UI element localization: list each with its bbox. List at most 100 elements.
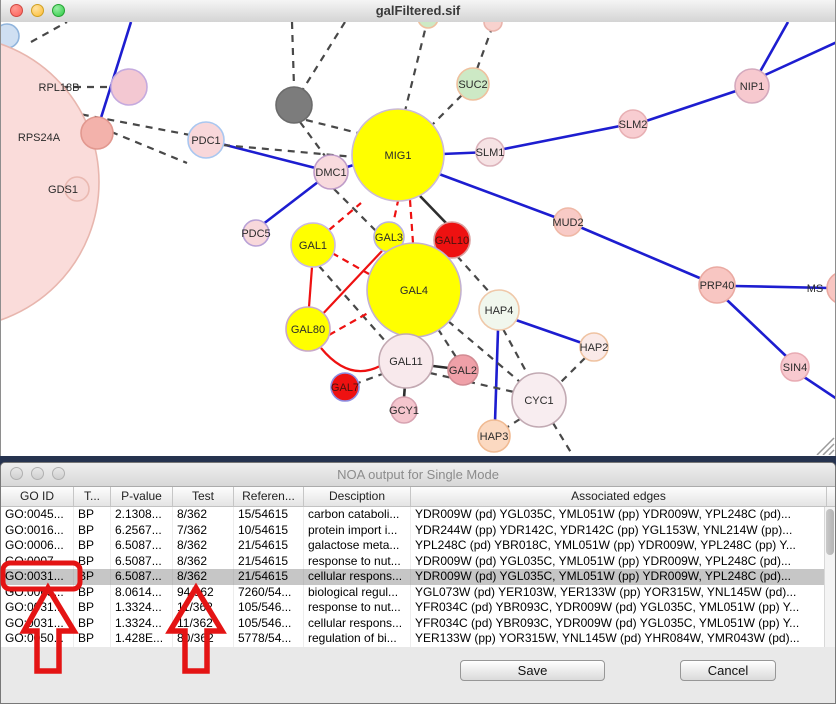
close-button[interactable] [10, 467, 23, 480]
network-edge[interactable] [504, 126, 620, 149]
network-edge[interactable] [727, 300, 787, 357]
cell: YDR244W (pp) YDR142C, YDR142C (pp) YGL15… [411, 523, 827, 539]
cell: YER133W (pp) YOR315W, YNL145W (pd) YHR08… [411, 631, 827, 647]
node-cut-top-green[interactable] [418, 22, 438, 28]
network-edge[interactable] [306, 120, 358, 133]
cell: GO:0031... [1, 616, 74, 632]
network-edge[interactable] [292, 22, 294, 87]
cell: 21/54615 [234, 569, 304, 585]
node-label-SLM1: SLM1 [476, 147, 505, 159]
cell: YDR009W (pd) YGL035C, YML051W (pp) YDR00… [411, 507, 827, 523]
network-edge[interactable] [477, 28, 492, 69]
zoom-button[interactable] [52, 467, 65, 480]
scrollbar-thumb[interactable] [826, 509, 834, 555]
network-edge[interactable] [553, 423, 575, 455]
cell: 1.3324... [111, 600, 173, 616]
network-edge[interactable] [439, 174, 568, 222]
node-label-MIG1: MIG1 [385, 150, 412, 162]
cell: response to nut... [304, 600, 411, 616]
table-row[interactable]: GO:0031...BP6.5087...8/36221/54615cellul… [1, 569, 835, 585]
network-edge[interactable] [765, 42, 835, 75]
close-button[interactable] [10, 4, 23, 17]
node-label-SUC2: SUC2 [458, 79, 487, 91]
cell: 8/362 [173, 569, 234, 585]
column-header-6[interactable]: Associated edges [411, 487, 827, 506]
node-label-GAL4: GAL4 [400, 285, 428, 297]
column-header-0[interactable]: GO ID [1, 487, 74, 506]
node-label-GAL7: GAL7 [331, 382, 359, 394]
network-edge[interactable] [405, 22, 428, 111]
network-edge[interactable] [495, 330, 498, 422]
node-RPL18B[interactable] [111, 69, 147, 105]
table-row[interactable]: GO:0031...BP1.3324...11/362105/546...cel… [1, 616, 835, 632]
network-edge[interactable] [309, 267, 312, 307]
cell: 1.428E... [111, 631, 173, 647]
node-label-GAL80: GAL80 [291, 324, 325, 336]
table-row[interactable]: GO:0031...BP1.3324...11/362105/546...res… [1, 600, 835, 616]
cell: response to nut... [304, 554, 411, 570]
cell: GO:0031... [1, 569, 74, 585]
minimize-button[interactable] [31, 467, 44, 480]
column-header-1[interactable]: T... [74, 487, 111, 506]
column-header-5[interactable]: Desciption [304, 487, 411, 506]
cell: 2.1308... [111, 507, 173, 523]
network-edge[interactable] [31, 22, 67, 42]
network-edge[interactable] [503, 329, 528, 375]
table-row[interactable]: GO:0016...BP6.2567...7/36210/54615protei… [1, 523, 835, 539]
node-label-GAL3: GAL3 [375, 232, 403, 244]
node-label-SIN4: SIN4 [783, 362, 807, 374]
cell: 8/362 [173, 507, 234, 523]
network-edge[interactable] [300, 22, 345, 94]
table-row[interactable]: GO:0007...BP6.5087...8/36221/54615respon… [1, 554, 835, 570]
node-RPS24A[interactable] [81, 117, 113, 149]
node-label-NIP1: NIP1 [740, 81, 764, 93]
node-cut-top-pink[interactable] [484, 22, 502, 31]
cell: GO:0045... [1, 507, 74, 523]
cell: 6.2567... [111, 523, 173, 539]
zoom-button[interactable] [52, 4, 65, 17]
network-edge[interactable] [332, 253, 369, 274]
network-edge[interactable] [506, 419, 520, 428]
network-edge[interactable] [329, 313, 368, 335]
column-header-3[interactable]: Test [173, 487, 234, 506]
network-edge[interactable] [420, 196, 447, 224]
cell: YDR009W (pd) YGL035C, YML051W (pp) YDR00… [411, 554, 827, 570]
network-edge[interactable] [410, 200, 413, 243]
cell: BP [74, 507, 111, 523]
node-unnamed-gray[interactable] [276, 87, 312, 123]
minimize-button[interactable] [31, 4, 44, 17]
node-label-HAP3: HAP3 [480, 431, 509, 443]
cell: cellular respons... [304, 616, 411, 632]
table-scrollbar[interactable] [824, 507, 835, 647]
table-row[interactable]: GO:0006...BP6.5087...8/36221/54615galact… [1, 538, 835, 554]
node-MS-cut[interactable] [827, 272, 835, 304]
network-edge[interactable] [513, 319, 582, 343]
network-edge[interactable] [329, 203, 361, 230]
table-row[interactable]: GO:0065...BP8.0614...94/3627260/54...bio… [1, 585, 835, 601]
column-header-4[interactable]: Referen... [234, 487, 304, 506]
cell: YDR009W (pd) YGL035C, YML051W (pp) YDR00… [411, 569, 827, 585]
network-edge[interactable] [646, 91, 736, 121]
cancel-button[interactable]: Cancel [680, 660, 776, 681]
table-row[interactable]: GO:0050...BP1.428E...80/3625778/54...reg… [1, 631, 835, 647]
network-edge[interactable] [559, 358, 585, 384]
network-edge[interactable] [438, 329, 456, 357]
network-edge[interactable] [358, 373, 385, 383]
cell: 8.0614... [111, 585, 173, 601]
network-edge[interactable] [804, 377, 835, 399]
table-body[interactable]: GO:0045...BP2.1308...8/36215/54615carbon… [1, 507, 835, 647]
network-edge[interactable] [568, 222, 702, 279]
table-row[interactable]: GO:0045...BP2.1308...8/36215/54615carbon… [1, 507, 835, 523]
network-edge[interactable] [300, 122, 325, 156]
save-button[interactable]: Save [460, 660, 605, 681]
node-label-RPS24A: RPS24A [18, 132, 61, 144]
resize-grip[interactable] [817, 438, 834, 455]
network-edge[interactable] [457, 256, 491, 294]
cell: 8/362 [173, 538, 234, 554]
network-canvas-area[interactable]: RPL18BRPS24AGDS1PDC1MIG1SUC2SLM1SLM2NIP1… [1, 22, 835, 455]
network-edge[interactable] [433, 95, 462, 124]
network-edge[interactable] [321, 348, 380, 371]
table-header: GO IDT...P-valueTestReferen...Desciption… [1, 487, 835, 507]
network-edge[interactable] [433, 366, 449, 368]
column-header-2[interactable]: P-value [111, 487, 173, 506]
